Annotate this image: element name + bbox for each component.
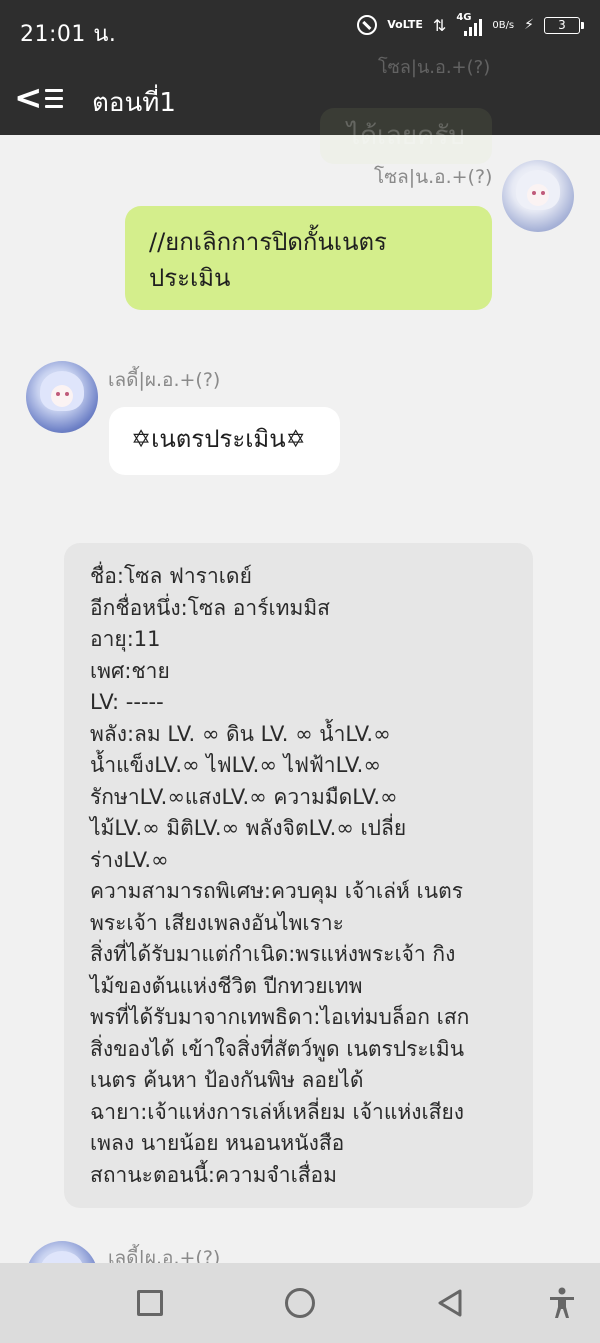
status-line: ชื่อ:โซล ฟาราเดย์ (90, 564, 252, 588)
accessibility-icon (550, 1287, 574, 1318)
accessibility-button[interactable] (546, 1287, 578, 1319)
status-line: ไม้ของต้นแห่งชีวิต ปีกทวยเทพ (90, 973, 363, 998)
battery-icon: 3 (544, 16, 584, 34)
status-time: 21:01 น. (20, 22, 117, 47)
status-line: อายุ:11 (90, 627, 161, 651)
status-line: พรที่ได้รับมาจากเทพธิดา:ไอเท่มบล็อก เสก (90, 1005, 470, 1029)
avatar[interactable] (26, 361, 98, 433)
charging-icon: ⚡ (524, 17, 534, 33)
sender-name: เลดี้|ผ.อ.+(?) (108, 1247, 221, 1263)
status-line: เพลง นายน้อย หนอนหนังสือ (90, 1131, 345, 1155)
message-bubble-outgoing[interactable]: //ยกเลิกการปิดกั้นเนตร ประเมิน (125, 206, 492, 310)
avatar[interactable] (26, 1241, 98, 1263)
status-line: พลัง:ลม LV. ∞ ดิน LV. ∞ น้ำLV.∞ (90, 721, 391, 746)
network-speed: 0 B/s (492, 20, 514, 31)
sender-name: โซล|น.อ.+(?) (374, 166, 493, 188)
status-line: สิ่งของได้ เข้าใจสิ่งที่สัตว์พูด เนตรประ… (90, 1036, 465, 1061)
status-bar: 21:01 น. Vo LTE ⇅ 4G 0 B/s ⚡ 3 (0, 0, 600, 62)
status-line: ไม้LV.∞ มิติLV.∞ พลังจิตLV.∞ เปลี่ย (90, 816, 407, 840)
back-button[interactable]: < (14, 78, 63, 118)
sender-name: เลดี้|ผ.อ.+(?) (108, 369, 221, 391)
status-line: ร่างLV.∞ (90, 847, 169, 872)
menu-lines-icon (44, 88, 63, 108)
status-line: ฉายา:เจ้าแห่งการเล่ห์เหลี่ยม เจ้าแห่งเสี… (90, 1099, 465, 1124)
signal-icon: 4G (456, 12, 483, 36)
do-not-disturb-icon (357, 15, 378, 35)
message-line: //ยกเลิกการปิดกั้นเนตร (149, 228, 387, 256)
status-line: น้ำแข็งLV.∞ ไฟLV.∞ ไฟฟ้าLV.∞ (90, 753, 381, 777)
volte-bottom-label: LTE (402, 18, 423, 31)
chat-area[interactable]: โซล|น.อ.+(?) //ยกเลิกการปิดกั้นเนตร ประเ… (0, 135, 600, 1263)
status-line: สิ่งที่ได้รับมาแต่กำเนิด:พรแห่งพระเจ้า ก… (90, 942, 456, 966)
message-bubble-incoming[interactable]: ✡เนตรประเมิน✡ (109, 407, 340, 475)
volte-top-label: Vo (387, 18, 403, 31)
avatar[interactable] (502, 160, 574, 232)
status-line: เนตร ค้นหา ป้องกันพิษ ลอยได้ (90, 1068, 364, 1092)
system-back-button[interactable] (434, 1287, 466, 1319)
status-line: LV: ----- (90, 690, 164, 714)
ghost-sender-name: โซล|น.อ.+(?) (378, 57, 491, 78)
message-line: ประเมิน (149, 264, 231, 292)
back-menu-icon: < (14, 78, 43, 118)
battery-level: 3 (558, 18, 566, 32)
status-icons: Vo LTE ⇅ 4G 0 B/s ⚡ 3 (357, 12, 584, 36)
network-speed-unit: B/s (498, 19, 515, 31)
volte-icon: Vo LTE (387, 18, 423, 31)
system-nav-bar (0, 1263, 600, 1343)
home-button[interactable] (284, 1287, 316, 1319)
message-text: ✡เนตรประเมิน✡ (131, 425, 306, 453)
message-bubble-status[interactable]: ชื่อ:โซล ฟาราเดย์ อีกชื่อหนึ่ง:โซล อาร์เ… (64, 543, 533, 1208)
page-title: ตอนที่1 (92, 88, 176, 118)
status-line: อีกชื่อหนึ่ง:โซล อาร์เทมมิส (90, 595, 331, 620)
status-line: พระเจ้า เสียงเพลงอันไพเราะ (90, 910, 344, 935)
status-line: สถานะตอนนี้:ความจำเสื่อม (90, 1162, 338, 1187)
status-line: ความสามารถพิเศษ:ควบคุม เจ้าเล่ห์ เนตร (90, 879, 464, 903)
circle-icon (285, 1288, 315, 1318)
recent-apps-button[interactable] (134, 1287, 166, 1319)
status-line: รักษาLV.∞แสงLV.∞ ความมืดLV.∞ (90, 784, 398, 809)
square-icon (137, 1290, 163, 1316)
triangle-back-icon (438, 1289, 462, 1317)
app-bar: โซล|น.อ.+(?) ได้เลยครับ < ตอนที่1 (0, 57, 600, 164)
status-line: เพศ:ชาย (90, 658, 170, 683)
data-transfer-icon: ⇅ (432, 15, 447, 35)
